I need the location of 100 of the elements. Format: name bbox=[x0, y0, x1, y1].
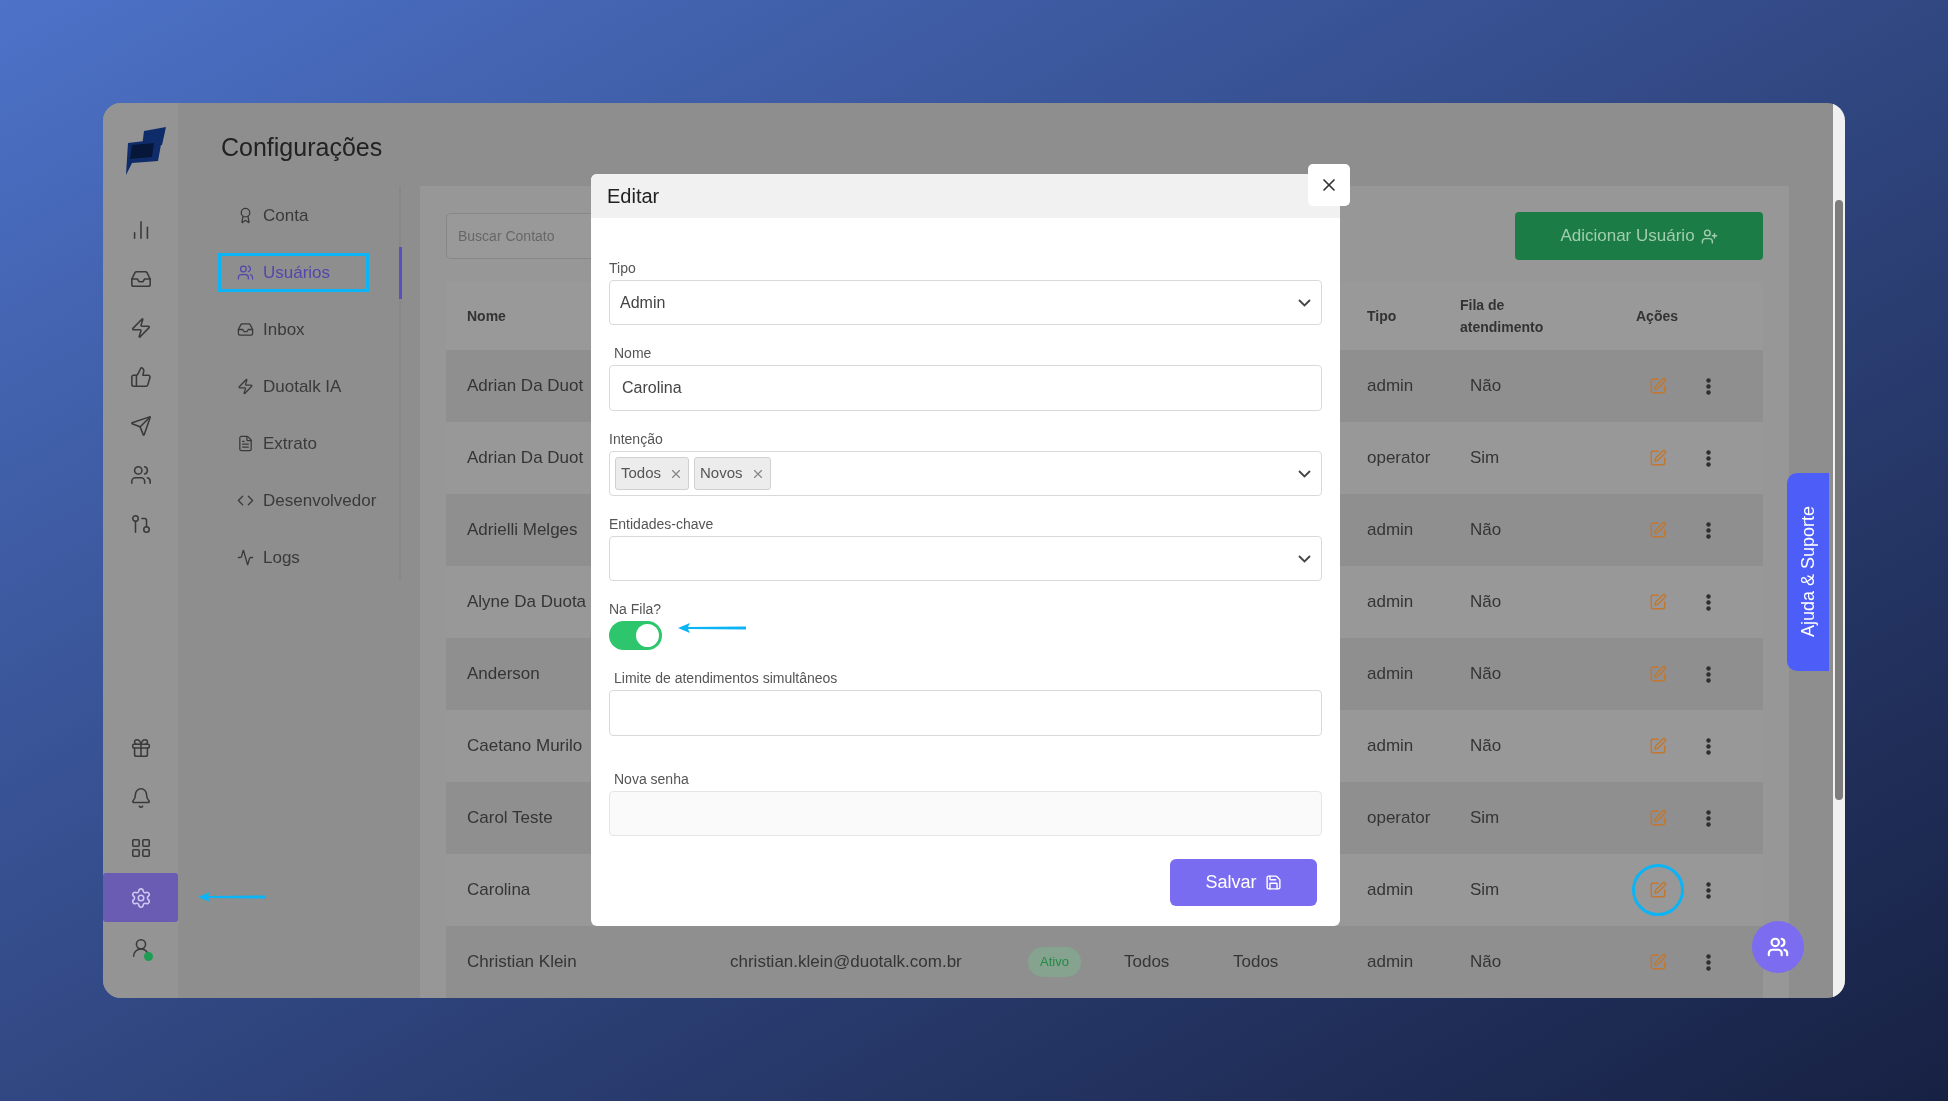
field-label: Limite de atendimentos simultâneos bbox=[613, 669, 839, 688]
chevron-down-icon bbox=[1298, 298, 1311, 307]
edit-icon bbox=[1649, 593, 1667, 611]
table-cell-text: operator bbox=[1366, 447, 1431, 470]
table-cell-text: admin bbox=[1366, 735, 1414, 758]
vertical-dots-icon bbox=[1706, 377, 1711, 395]
table-cell-text: Christian Klein bbox=[466, 951, 577, 974]
settings-menu-item[interactable]: Logs bbox=[221, 538, 310, 577]
settings-icon bbox=[129, 886, 152, 909]
column-header: Fila de atendimento bbox=[1460, 296, 1545, 337]
multi-select-field[interactable]: Todos Novos bbox=[609, 451, 1322, 496]
users-icon bbox=[129, 463, 152, 486]
branch-icon bbox=[129, 512, 152, 535]
more-options-button[interactable] bbox=[1706, 449, 1711, 467]
edit-icon bbox=[1649, 881, 1667, 899]
tag-chip[interactable]: Todos bbox=[615, 457, 690, 490]
table-cell-text: operator bbox=[1366, 807, 1431, 830]
table-cell-text: christian.klein@duotalk.com.br bbox=[729, 952, 962, 972]
more-options-button[interactable] bbox=[1706, 881, 1711, 899]
page-title: Configurações bbox=[221, 131, 383, 163]
table-cell-text: Não bbox=[1469, 375, 1502, 398]
edit-icon bbox=[1649, 809, 1667, 827]
more-options-button[interactable] bbox=[1706, 953, 1711, 971]
dialog-title: Editar bbox=[607, 184, 660, 209]
document-icon bbox=[237, 435, 254, 452]
table-cell-text: Não bbox=[1469, 735, 1502, 758]
inbox-icon bbox=[237, 321, 254, 338]
settings-menu-item[interactable]: Extrato bbox=[221, 424, 327, 463]
field-label: Entidades-chave bbox=[609, 515, 715, 534]
more-options-button[interactable] bbox=[1706, 593, 1711, 611]
table-cell-text: admin bbox=[1366, 663, 1414, 686]
activity-icon bbox=[237, 549, 254, 566]
lightning-icon bbox=[237, 378, 254, 395]
vertical-dots-icon bbox=[1706, 809, 1711, 827]
more-options-button[interactable] bbox=[1706, 377, 1711, 395]
toggle-switch[interactable] bbox=[609, 621, 662, 650]
settings-nav-button[interactable] bbox=[103, 873, 178, 922]
table-cell-text: admin bbox=[1366, 591, 1414, 614]
table-cell-text: Alyne Da Duota bbox=[466, 591, 587, 614]
table-cell-text: Carolina bbox=[466, 879, 531, 902]
edit-icon bbox=[1649, 449, 1667, 467]
more-options-button[interactable] bbox=[1706, 809, 1711, 827]
save-button[interactable]: Salvar bbox=[1170, 859, 1317, 906]
grid-icon bbox=[129, 836, 152, 859]
column-header: Ações bbox=[1635, 306, 1679, 326]
table-cell-text: Carol Teste bbox=[466, 807, 553, 830]
table-cell-text: Todos bbox=[1123, 952, 1170, 972]
edit-icon bbox=[1649, 737, 1667, 755]
select-field[interactable]: Admin bbox=[609, 280, 1322, 325]
field-label: Intenção bbox=[609, 430, 664, 449]
settings-menu-item[interactable]: Desenvolvedor bbox=[221, 481, 387, 520]
more-options-button[interactable] bbox=[1706, 737, 1711, 755]
table-cell-text: Adrielli Melges bbox=[466, 519, 578, 542]
vertical-dots-icon bbox=[1706, 881, 1711, 899]
edit-button[interactable] bbox=[1632, 864, 1684, 916]
column-header: Nome bbox=[466, 306, 506, 326]
more-options-button[interactable] bbox=[1706, 521, 1711, 539]
text-field[interactable]: Carolina bbox=[609, 365, 1322, 411]
more-options-button[interactable] bbox=[1706, 665, 1711, 683]
chevron-down-icon bbox=[1298, 469, 1311, 478]
field-label: Nome bbox=[613, 344, 653, 363]
table-cell-text: admin bbox=[1366, 951, 1414, 974]
table-cell-text: admin bbox=[1366, 375, 1414, 398]
add-user-button[interactable]: Adicionar Usuário bbox=[1515, 212, 1763, 260]
password-field[interactable] bbox=[609, 791, 1322, 836]
edit-icon bbox=[1649, 521, 1667, 539]
edit-icon bbox=[1649, 665, 1667, 683]
vertical-dots-icon bbox=[1706, 449, 1711, 467]
chevron-down-icon bbox=[1298, 554, 1311, 563]
user-plus-icon bbox=[1700, 227, 1718, 245]
table-cell-text: Não bbox=[1469, 951, 1502, 974]
table-cell-text: Sim bbox=[1469, 807, 1500, 830]
settings-menu-item[interactable]: Inbox bbox=[221, 310, 315, 349]
table-cell-text: Sim bbox=[1469, 447, 1500, 470]
settings-menu-item[interactable]: Conta bbox=[221, 196, 319, 235]
vertical-dots-icon bbox=[1706, 737, 1711, 755]
column-header: Tipo bbox=[1366, 306, 1397, 326]
select-field[interactable] bbox=[609, 536, 1322, 581]
close-button[interactable] bbox=[1308, 164, 1350, 206]
thumbs-up-icon bbox=[129, 365, 152, 388]
table-cell-text: Sim bbox=[1469, 879, 1500, 902]
vertical-dots-icon bbox=[1706, 953, 1711, 971]
users-icon bbox=[237, 264, 254, 281]
gift-icon bbox=[129, 736, 152, 759]
table-cell-text: admin bbox=[1366, 519, 1414, 542]
help-support-tab[interactable]: Ajuda & Suporte bbox=[1787, 473, 1829, 671]
status-badge: Ativo bbox=[1028, 947, 1081, 977]
users-icon bbox=[1767, 936, 1789, 958]
settings-menu-item[interactable]: Usuários bbox=[218, 253, 369, 292]
table-cell-text: Não bbox=[1469, 591, 1502, 614]
field-label: Tipo bbox=[609, 259, 637, 278]
vertical-dots-icon bbox=[1706, 593, 1711, 611]
table-cell-text: Anderson bbox=[466, 663, 540, 686]
active-indicator bbox=[399, 247, 402, 299]
edit-icon bbox=[1649, 953, 1667, 971]
tag-chip[interactable]: Novos bbox=[694, 457, 771, 490]
text-field[interactable] bbox=[609, 690, 1322, 736]
settings-menu-item[interactable]: Duotalk IA bbox=[221, 367, 352, 406]
vertical-dots-icon bbox=[1706, 665, 1711, 683]
table-cell-text: Não bbox=[1469, 519, 1502, 542]
